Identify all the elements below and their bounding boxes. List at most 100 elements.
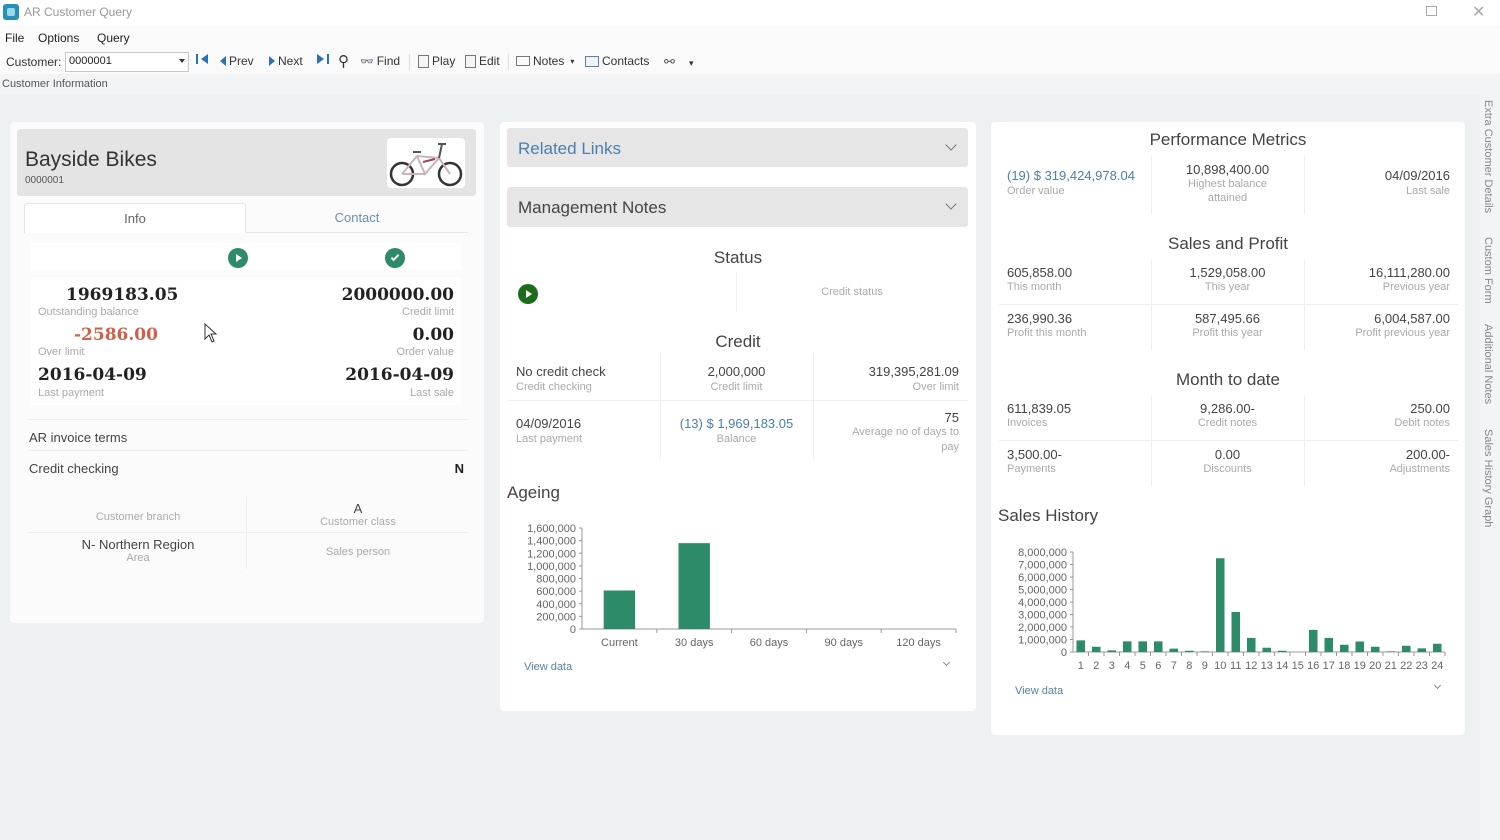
bar[interactable] [1215,558,1225,652]
first-button[interactable] [196,54,208,64]
last-arrow-icon [317,54,324,64]
customer-details-grid: Customer branch A Customer class N- Nort… [28,497,468,569]
bar[interactable] [1153,641,1163,652]
bar[interactable] [678,543,710,629]
notes-dropdown-icon[interactable]: ▾ [570,57,574,66]
next-button[interactable]: Next [269,54,303,68]
metric-label: Profit this month [1007,327,1087,339]
bar[interactable] [1355,641,1365,653]
ageing-title: Ageing [507,483,560,502]
y-tick-label: 1,600,000 [527,523,576,535]
related-links-accordion[interactable]: Related Links [507,128,968,167]
bar[interactable] [1308,629,1318,652]
chevron-down-icon[interactable] [942,658,951,667]
outstanding-balance-value: 1969183.05 [66,285,179,305]
bar[interactable] [1231,612,1241,652]
bar[interactable] [1200,651,1210,652]
find-button[interactable]: 👓 Find [360,54,400,68]
bar[interactable] [1432,643,1442,652]
bar[interactable] [1122,641,1132,652]
chevron-down-icon[interactable] [179,59,185,63]
order-value-label: Order value [1007,185,1065,197]
x-tick-label: 14 [1276,660,1288,672]
order-value-link[interactable]: (19) $ 319,424,978.04 [1007,168,1135,183]
maximize-button[interactable] [1426,6,1437,16]
balance-link[interactable]: (13) $ 1,969,183.05 [660,416,813,431]
x-tick-label: 9 [1202,660,1208,672]
x-tick-label: 6 [1155,660,1161,672]
sales-history-chart: 01,000,0002,000,0003,000,0004,000,0005,0… [1018,547,1446,672]
x-tick-label: 21 [1385,660,1397,672]
status-strip [31,243,461,270]
bar[interactable] [1262,647,1272,652]
y-tick-label: 7,000,000 [1018,560,1067,572]
bar[interactable] [1107,650,1117,652]
metric-label: Previous year [1382,281,1450,293]
menu-options[interactable]: Options [38,31,79,45]
side-tab-sales-history-graph[interactable]: Sales History Graph [1482,429,1494,527]
metric-value: 605,858.00 [1007,265,1073,280]
customer-class-label: Customer class [320,516,396,528]
last-sale-value: 2016-04-09 [345,365,454,385]
bar[interactable] [1138,641,1148,652]
x-tick-label: 3 [1109,660,1115,672]
bar[interactable] [1169,648,1179,652]
customer-tabs: Info Contact [24,203,468,233]
edit-button[interactable]: Edit [465,54,500,68]
link-button[interactable]: ⚯ [664,54,675,70]
ar-invoice-terms-label: AR invoice terms [29,430,128,445]
toolbar-separator [409,54,410,70]
side-tab-custom-form[interactable]: Custom Form [1482,237,1494,304]
y-tick-label: 0 [1061,647,1067,659]
menu-query[interactable]: Query [97,31,130,45]
bar[interactable] [1370,646,1380,652]
customer-kpis: 1969183.05 Outstanding balance 2000000.0… [31,277,461,405]
bar[interactable] [603,590,636,629]
bar[interactable] [1324,637,1334,652]
play-button[interactable]: Play [418,54,455,68]
bar[interactable] [1246,637,1256,652]
last-sale-label: Last sale [1405,185,1450,197]
tab-info[interactable]: Info [24,203,246,233]
bar[interactable] [1386,651,1396,652]
x-tick-label: 1 [1078,660,1084,672]
related-links-title: Related Links [518,139,622,158]
sales-history-title: Sales History [998,506,1099,525]
last-payment-label: Last payment [516,433,583,445]
close-button[interactable]: ✕ [1472,2,1485,22]
chevron-down-icon [945,139,957,151]
prev-button[interactable]: Prev [220,54,254,68]
bar[interactable] [1417,648,1427,652]
x-tick-label: 17 [1323,660,1335,672]
bar[interactable] [1277,650,1287,652]
customer-input[interactable]: 0000001 [65,52,189,72]
x-tick-label: 5 [1140,660,1146,672]
management-notes-accordion[interactable]: Management Notes [507,187,968,227]
notes-button[interactable]: Notes ▾ [516,54,574,68]
side-tab-extra-customer-details[interactable]: Extra Customer Details [1482,100,1494,213]
x-tick-label: 90 days [825,637,864,649]
bar[interactable] [1339,644,1349,652]
menu-file[interactable]: File [5,31,24,45]
next-label: Next [278,54,303,68]
tab-contact[interactable]: Contact [246,203,468,233]
y-tick-label: 0 [570,624,576,636]
highest-balance-value: 10,898,400.00 [1185,162,1270,177]
bar[interactable] [1184,650,1194,652]
y-tick-label: 6,000,000 [1018,572,1067,584]
x-tick-label: 12 [1245,660,1257,672]
view-data-link[interactable]: View data [524,661,572,673]
metric-value: 1,529,058.00 [1189,265,1266,280]
bar[interactable] [1076,640,1086,652]
chevron-down-icon[interactable] [1433,681,1442,690]
metric-value: 3,500.00- [1007,447,1062,462]
customer-class-value: A [353,501,363,516]
toolbar-overflow-button[interactable]: ▾ [689,58,694,69]
side-tab-additional-notes[interactable]: Additional Notes [1482,324,1494,404]
search-button[interactable]: ⚲ [338,52,349,70]
contacts-button[interactable]: Contacts [585,54,649,68]
last-button[interactable] [317,54,329,64]
view-data-link[interactable]: View data [1015,685,1063,697]
bar[interactable] [1401,645,1411,652]
bar[interactable] [1091,646,1101,652]
